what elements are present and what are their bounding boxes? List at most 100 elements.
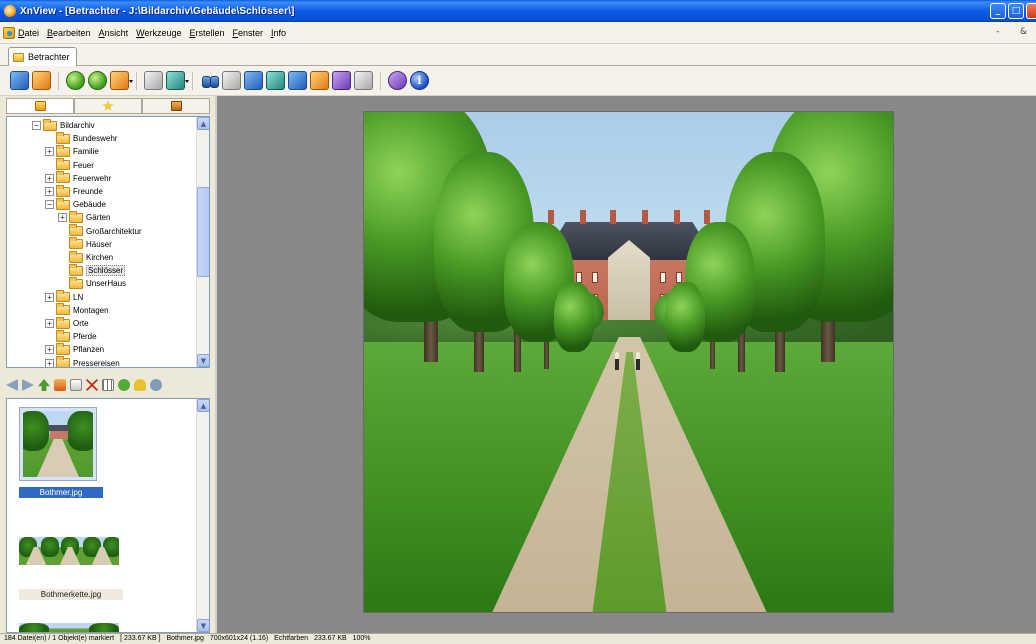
tab-categories[interactable] bbox=[142, 98, 210, 114]
maximize-button[interactable]: □ bbox=[1008, 3, 1024, 19]
folder-icon bbox=[69, 276, 83, 289]
browser-panel: − Bildarchiv Bundeswehr + Familie Feuer + Feuer… bbox=[0, 96, 215, 633]
tree-item[interactable]: Kirchen bbox=[58, 250, 113, 264]
delete-icon[interactable] bbox=[86, 379, 98, 391]
tab-favorites[interactable] bbox=[74, 98, 142, 114]
close-button[interactable] bbox=[1026, 3, 1036, 19]
convert-icon[interactable] bbox=[288, 71, 307, 90]
prev-folder-icon[interactable] bbox=[6, 379, 18, 391]
tree-item[interactable]: Bundeswehr bbox=[45, 131, 117, 145]
menu-item-3[interactable]: Werkzeuge bbox=[136, 28, 181, 38]
tree-item[interactable]: + Orte bbox=[45, 316, 89, 330]
tree-item[interactable]: + Familie bbox=[45, 144, 99, 158]
filter-icon[interactable] bbox=[134, 379, 146, 391]
tree-expander[interactable]: + bbox=[45, 319, 54, 328]
menu-item-6[interactable]: Info bbox=[271, 28, 286, 38]
browse-icon[interactable] bbox=[10, 71, 29, 90]
slideshow-icon[interactable] bbox=[266, 71, 285, 90]
tree-expander[interactable]: + bbox=[45, 345, 54, 355]
parent-folder-icon[interactable] bbox=[38, 379, 50, 391]
scanner-icon[interactable] bbox=[244, 71, 263, 90]
tree-item[interactable]: + Gärten bbox=[58, 210, 110, 224]
folder-up-icon[interactable] bbox=[110, 71, 133, 90]
tree-expander[interactable]: + bbox=[45, 173, 54, 183]
move-icon[interactable] bbox=[166, 71, 189, 90]
thumbnail-item[interactable]: Bothmerkette.jpg bbox=[19, 529, 123, 609]
tree-item[interactable]: Montagen bbox=[45, 303, 109, 317]
back-icon[interactable] bbox=[66, 71, 85, 90]
tree-item[interactable]: + LN bbox=[45, 290, 84, 304]
xnview-app-icon[interactable] bbox=[4, 5, 16, 17]
tree-expander[interactable]: − bbox=[32, 121, 41, 130]
folder-icon bbox=[56, 290, 70, 303]
scroll-thumb[interactable] bbox=[197, 187, 209, 277]
rename-icon[interactable] bbox=[70, 379, 82, 391]
thumbnail-item[interactable] bbox=[19, 623, 119, 632]
tree-item[interactable]: Häuser bbox=[58, 237, 112, 251]
tree-item[interactable]: Feuer bbox=[45, 158, 94, 172]
tree-item[interactable]: Pferde bbox=[45, 329, 97, 343]
tree-item[interactable]: + Pressereisen bbox=[45, 356, 120, 368]
thumbnail-scrollbar[interactable]: ▲ ▼ bbox=[196, 399, 209, 632]
sort-icon[interactable] bbox=[118, 379, 130, 391]
menu-item-5[interactable]: Fenster bbox=[233, 28, 264, 38]
tree-expander[interactable]: − bbox=[45, 200, 54, 210]
tree-item[interactable]: Großarchitektur bbox=[58, 224, 142, 238]
folder-icon bbox=[56, 158, 70, 171]
tree-expander[interactable]: + bbox=[45, 358, 54, 367]
thumbnail-list[interactable]: Bothmer.jpg Bothmerkette.jpg ▲ ▼ bbox=[6, 398, 210, 633]
tab-betrachter[interactable]: Betrachter bbox=[8, 47, 77, 66]
settings-icon[interactable] bbox=[388, 71, 407, 90]
tree-item[interactable]: + Pflanzen bbox=[45, 342, 104, 356]
tree-item[interactable]: UnserHaus bbox=[58, 276, 126, 290]
find-icon[interactable] bbox=[200, 71, 219, 90]
next-folder-icon[interactable] bbox=[22, 379, 34, 391]
scroll-down-button[interactable]: ▼ bbox=[197, 619, 209, 632]
thumbnail-item[interactable]: Bothmer.jpg bbox=[19, 407, 103, 503]
folder-tree[interactable]: − Bildarchiv Bundeswehr + Familie Feuer + Feuer… bbox=[6, 116, 210, 368]
document-icon[interactable] bbox=[3, 26, 15, 39]
panel-tabs bbox=[6, 98, 210, 114]
tree-expander[interactable]: + bbox=[45, 147, 54, 157]
options-icon[interactable] bbox=[150, 379, 162, 391]
category-icon bbox=[170, 101, 182, 111]
tree-item-label: Pressereisen bbox=[73, 358, 120, 368]
toolbar-separator bbox=[192, 71, 193, 90]
info-icon[interactable]: i bbox=[410, 71, 429, 90]
status-file-count: 184 Datei(en) / 1 Objekt(e) markiert bbox=[4, 635, 115, 642]
window-title: XnView - [Betrachter - J:\Bildarchiv\Geb… bbox=[20, 5, 295, 17]
scroll-down-button[interactable]: ▼ bbox=[197, 354, 209, 367]
view-mode-icon[interactable] bbox=[102, 379, 114, 391]
tree-expander[interactable]: + bbox=[45, 187, 54, 196]
tab-folders[interactable] bbox=[6, 98, 74, 114]
tree-item[interactable]: + Feuerwehr bbox=[45, 171, 111, 185]
folder-icon bbox=[56, 329, 70, 342]
new-folder-icon[interactable] bbox=[54, 379, 66, 391]
tree-expander[interactable]: + bbox=[58, 213, 67, 223]
calculator-icon[interactable] bbox=[354, 71, 373, 90]
minimize-button[interactable]: _ bbox=[990, 3, 1006, 19]
webpage-icon[interactable] bbox=[310, 71, 329, 90]
tree-item-label: LN bbox=[73, 292, 84, 302]
tree-item[interactable]: − Bildarchiv bbox=[32, 118, 95, 132]
print-icon[interactable] bbox=[222, 71, 241, 90]
copy-icon[interactable] bbox=[144, 71, 163, 90]
tree-scrollbar[interactable]: ▲ ▼ bbox=[196, 117, 209, 367]
menu-item-2[interactable]: Ansicht bbox=[99, 28, 129, 38]
mdi-controls[interactable]: - & bbox=[996, 27, 1030, 37]
menu-item-1[interactable]: Bearbeiten bbox=[47, 28, 91, 38]
viewer-tab-icon bbox=[13, 52, 24, 62]
menu-item-0[interactable]: Datei bbox=[18, 28, 39, 38]
tree-item[interactable]: + Freunde bbox=[45, 184, 103, 198]
fullscreen-icon[interactable] bbox=[32, 71, 51, 90]
tree-item[interactable]: − Gebäude bbox=[45, 197, 106, 211]
screenshot-icon[interactable] bbox=[332, 71, 351, 90]
scroll-up-button[interactable]: ▲ bbox=[197, 117, 209, 130]
menu-item-4[interactable]: Erstellen bbox=[189, 28, 224, 38]
tree-expander[interactable]: + bbox=[45, 292, 54, 302]
forward-icon[interactable] bbox=[88, 71, 107, 90]
image-viewer[interactable] bbox=[215, 96, 1036, 633]
displayed-image[interactable] bbox=[363, 111, 894, 613]
scroll-up-button[interactable]: ▲ bbox=[197, 399, 209, 412]
tree-item[interactable]: Schlösser bbox=[58, 263, 126, 277]
